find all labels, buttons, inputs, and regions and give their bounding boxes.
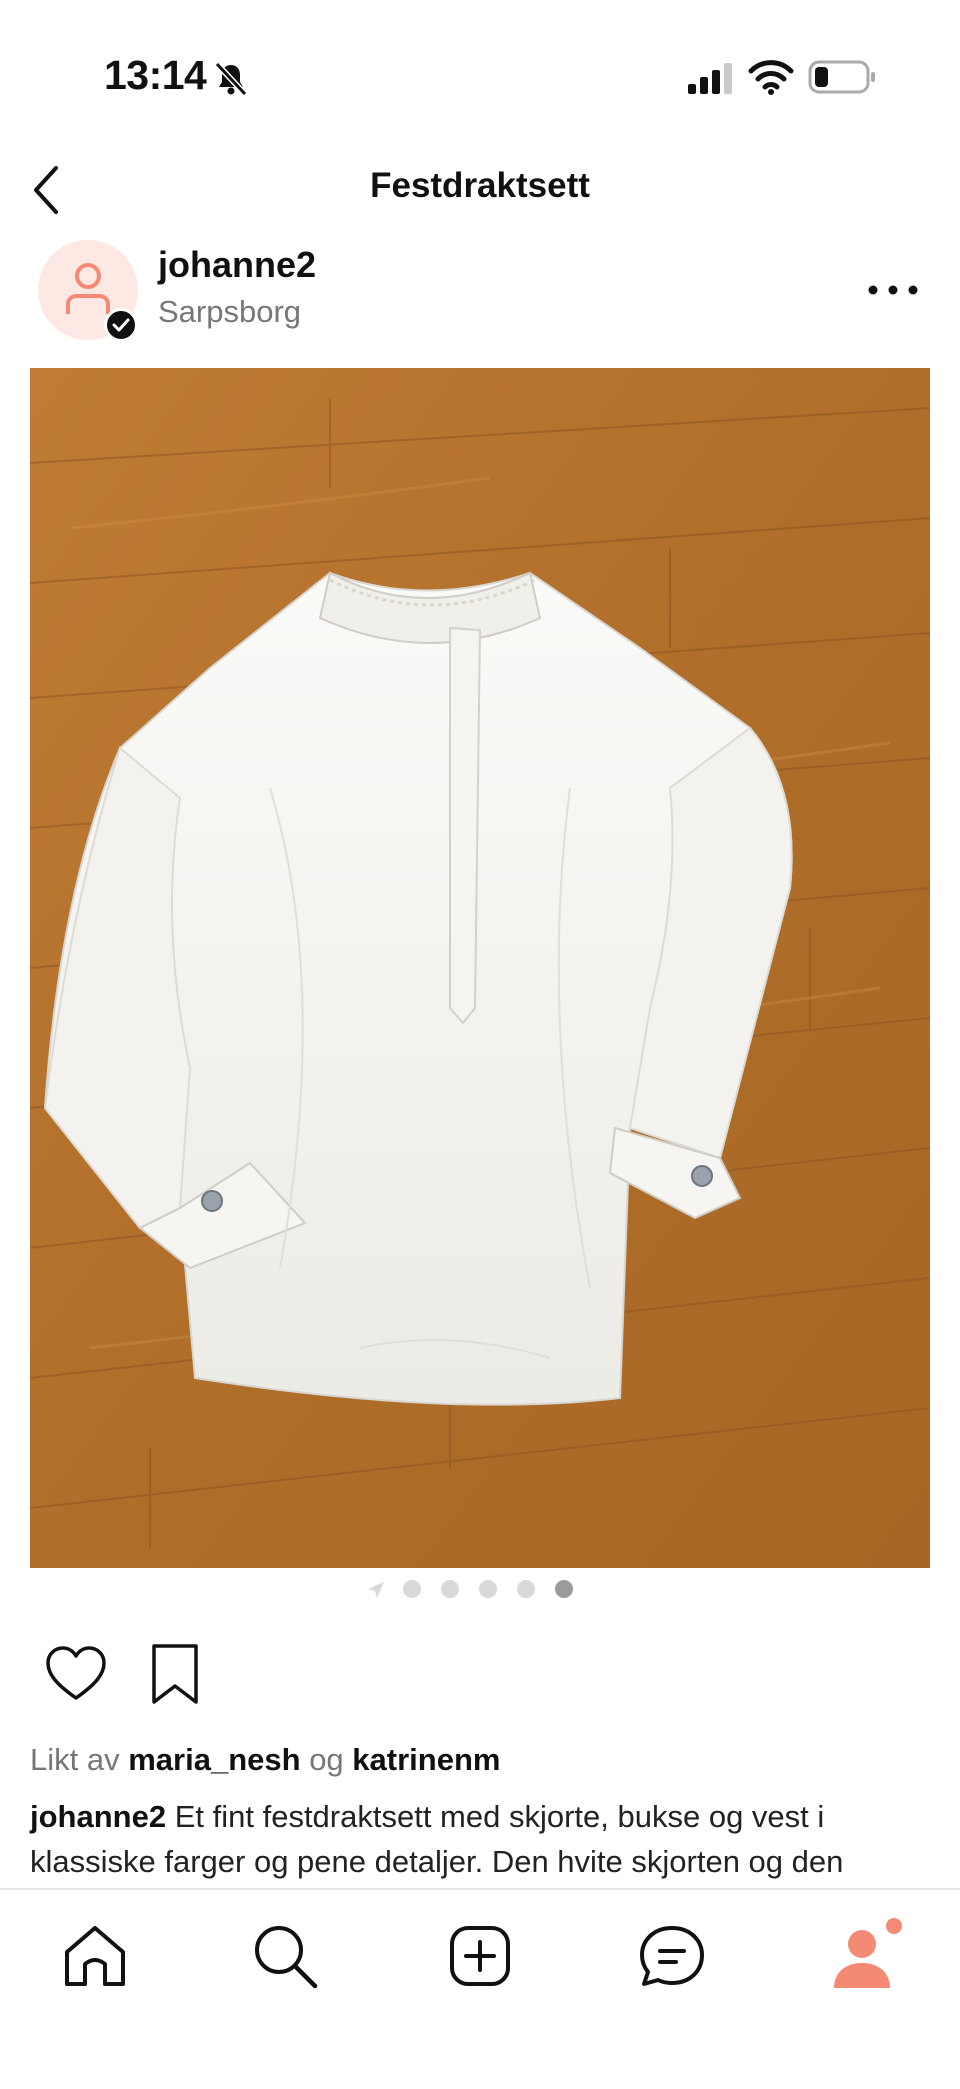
post-author: johanne2 Sarpsborg [0,236,960,346]
carousel-dot[interactable] [517,1580,535,1598]
carousel-dot[interactable] [403,1580,421,1598]
caption-username[interactable]: johanne2 [30,1799,166,1834]
liked-by-user[interactable]: maria_nesh [128,1742,300,1777]
messages-icon[interactable] [632,1916,712,1996]
bell-slash-icon [214,61,248,97]
carousel-dot[interactable] [479,1580,497,1598]
notification-dot [886,1918,902,1934]
location-arrow-icon [368,1582,384,1598]
search-icon[interactable] [245,1916,325,1996]
location: Sarpsborg [158,294,302,329]
username[interactable]: johanne2 [158,244,316,286]
nav-header: Festdraktsett [0,150,960,230]
liked-by-prefix: Likt av [30,1742,120,1777]
liked-by-joiner: og [309,1742,344,1777]
verified-badge [104,308,138,342]
liked-by: Likt av maria_nesh og katrinenm [30,1742,500,1778]
profile-icon[interactable] [824,1916,904,1996]
status-time: 13:14 [104,52,207,98]
post-actions [0,1640,960,1710]
checkmark-icon [112,318,130,332]
tab-bar [0,1888,960,2089]
carousel-dots [0,1574,960,1604]
signal-icon [688,63,732,94]
carousel-dot[interactable] [441,1580,459,1598]
carousel-dot-active[interactable] [555,1580,573,1598]
heart-icon[interactable] [44,1644,108,1704]
more-dots-icon[interactable] [866,280,920,300]
battery-icon [808,60,875,94]
page-title: Festdraktsett [370,166,590,205]
add-icon[interactable] [440,1916,520,1996]
liked-by-user[interactable]: katrinenm [352,1742,500,1777]
home-icon[interactable] [55,1916,135,1996]
post-caption: johanne2 Et fint festdraktsett med skjor… [30,1794,930,1884]
post-photo[interactable] [30,368,930,1568]
wifi-icon [748,60,794,95]
status-bar: 13:14 [0,0,960,150]
bookmark-icon[interactable] [148,1642,202,1706]
